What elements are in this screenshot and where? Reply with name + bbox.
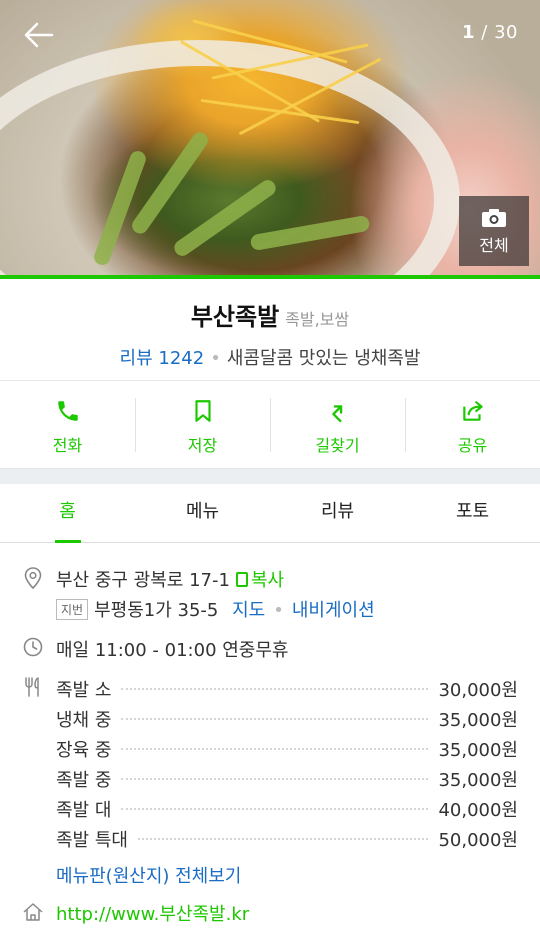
back-arrow-icon [24,22,54,48]
photo-counter: 1 / 30 [462,22,518,43]
phone-icon [57,401,78,421]
place-summary: 부산족발 족발,보쌈 리뷰 1242 • 새콤달콤 맛있는 냉채족발 [0,279,540,381]
back-button[interactable] [22,18,56,52]
map-link[interactable]: 지도 [232,600,265,621]
directions-button[interactable]: 길찾기 [270,382,405,468]
separator-dot: • [210,348,221,369]
menu-item: 장육 중 35,000원 [56,740,518,761]
homepage-link[interactable]: http://www.부산족발.kr [56,900,249,926]
copy-address-button[interactable]: 복사 [235,570,284,591]
lot-address-text: 부평동1가 35-5 [94,600,219,621]
place-tagline: 새콤달콤 맛있는 냉채족발 [226,348,421,369]
action-bar: 전화 저장 길찾기 공유 [0,382,540,468]
menu-list: 족발 소 30,000원 냉채 중 35,000원 장육 중 35,000원 족발 중… [56,674,518,854]
location-pin-icon [24,567,42,590]
address-text: 부산 중구 광복로 17-1 [56,570,230,591]
review-count-link[interactable]: 리뷰 1242 [120,348,205,369]
lot-tag: 지번 [56,599,89,620]
home-icon [23,903,43,921]
place-name: 부산족발 [190,303,280,331]
bookmark-icon [194,400,211,422]
call-label: 전화 [52,436,83,455]
tab-home[interactable]: 홈 [0,484,135,543]
directions-icon [331,405,342,423]
lot-address-row: 지번 부평동1가 35-5 지도 • 내비게이션 [56,596,375,622]
tab-photo[interactable]: 포토 [405,484,540,542]
menu-item: 족발 소 30,000원 [56,680,518,701]
all-photos-button[interactable]: 전체 [459,196,529,266]
directions-label: 길찾기 [315,436,360,455]
fork-knife-icon [25,677,39,697]
menu-more-link[interactable]: 메뉴판(원산지) 전체보기 [56,862,241,888]
separator-dot: • [273,600,284,621]
tab-menu[interactable]: 메뉴 [135,484,270,542]
navigation-link[interactable]: 내비게이션 [292,600,375,621]
address-row: 부산 중구 광복로 17-1 복사 [56,566,284,592]
business-hours: 매일 11:00 - 01:00 연중무휴 [56,640,289,661]
menu-item: 족발 대 40,000원 [56,800,518,821]
all-photos-label: 전체 [479,236,509,255]
tab-bar: 홈 메뉴 리뷰 포토 [0,484,540,543]
save-button[interactable]: 저장 [135,382,270,468]
menu-item: 냉채 중 35,000원 [56,710,518,731]
section-gap [0,468,540,484]
call-button[interactable]: 전화 [0,382,135,468]
camera-icon [482,209,506,227]
share-label: 공유 [457,436,488,455]
save-label: 저장 [187,436,218,455]
menu-item: 족발 중 35,000원 [56,770,518,791]
share-button[interactable]: 공유 [405,382,540,468]
menu-item: 족발 특대 50,000원 [56,830,518,851]
clock-icon [23,637,43,657]
copy-icon [235,572,248,587]
tab-review[interactable]: 리뷰 [270,484,405,542]
share-icon [462,401,483,421]
hero-photo[interactable]: 1 / 30 전체 [0,0,540,275]
place-category: 족발,보쌈 [285,310,350,329]
